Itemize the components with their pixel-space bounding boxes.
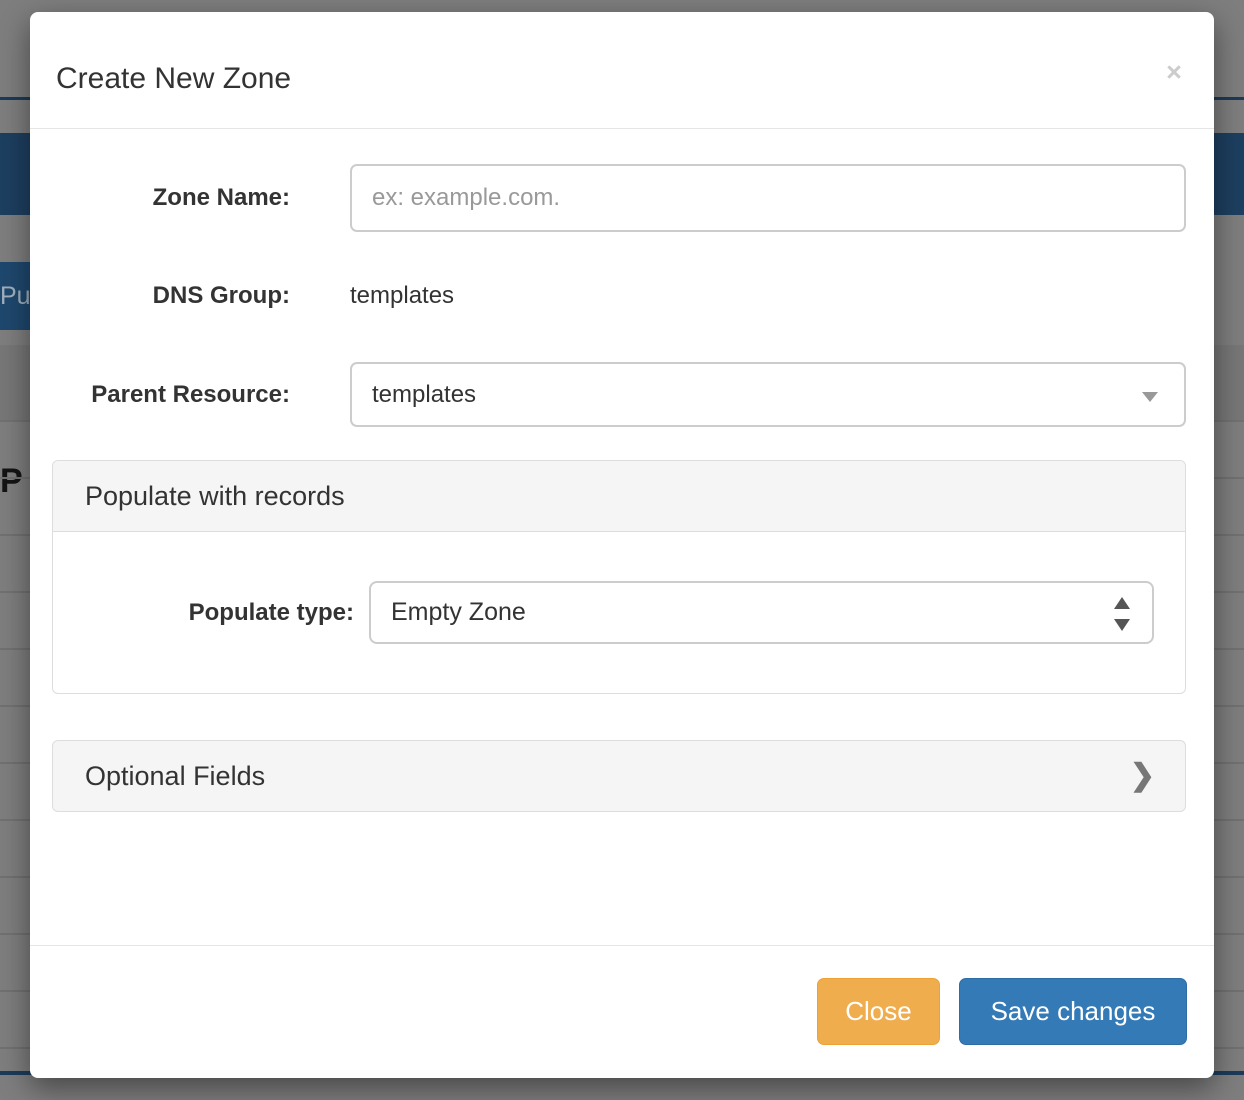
dns-group-label: DNS Group:	[56, 264, 290, 328]
select-spinner-icon	[1114, 597, 1130, 631]
background-heading-fragment-letter: P	[0, 462, 23, 501]
footer-divider	[30, 945, 1214, 946]
zone-name-label: Zone Name:	[56, 164, 290, 232]
optional-fields-title: Optional Fields	[85, 761, 265, 791]
background-button-fragment: Pu	[0, 262, 30, 330]
close-icon[interactable]: ×	[1160, 56, 1188, 88]
populate-panel-header: Populate with records	[53, 461, 1185, 532]
background-button-fragment-label: Pu	[0, 282, 30, 311]
parent-resource-selected-value: templates	[372, 381, 476, 408]
populate-type-select[interactable]: Empty Zone	[369, 581, 1154, 644]
header-divider	[30, 128, 1214, 129]
parent-resource-select[interactable]: templates	[350, 362, 1186, 427]
populate-type-label: Populate type:	[73, 581, 354, 644]
create-new-zone-modal: Create New Zone × Zone Name: DNS Group: …	[30, 12, 1214, 1078]
spinner-down-arrow-icon	[1114, 619, 1130, 631]
chevron-right-icon: ❯	[1130, 741, 1155, 811]
optional-fields-header[interactable]: Optional Fields ❯	[52, 740, 1186, 812]
parent-resource-label: Parent Resource:	[56, 362, 290, 427]
populate-type-selected-value: Empty Zone	[391, 598, 526, 626]
save-changes-button[interactable]: Save changes	[959, 978, 1187, 1045]
modal-title: Create New Zone	[56, 62, 291, 96]
background-heading-fragment: P	[0, 456, 30, 506]
populate-panel: Populate with records Populate type: Emp…	[52, 460, 1186, 694]
zone-name-input[interactable]	[350, 164, 1186, 232]
close-button[interactable]: Close	[817, 978, 940, 1045]
caret-down-icon	[1142, 392, 1158, 402]
spinner-up-arrow-icon	[1114, 597, 1130, 609]
dns-group-value: templates	[350, 264, 454, 328]
